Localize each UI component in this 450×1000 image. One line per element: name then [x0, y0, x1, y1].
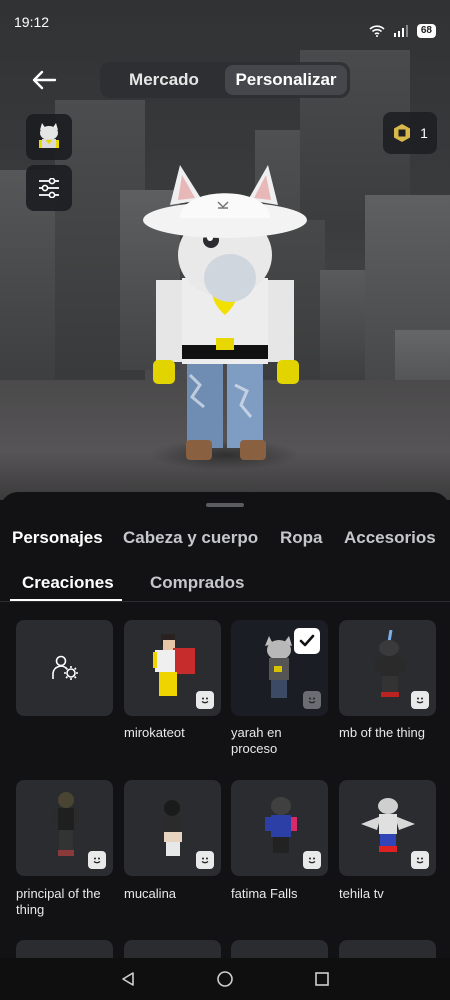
character-tile[interactable] [16, 780, 113, 876]
signal-icon [393, 25, 408, 37]
avatar-scene[interactable]: 19:12 68 Mercado Personalizar 1 [0, 0, 450, 500]
tab-personajes[interactable]: Personajes [12, 528, 103, 548]
character-thumbnail [164, 800, 182, 856]
character-thumbnail [265, 636, 292, 698]
sliders-icon [39, 178, 59, 198]
emote-icon [196, 851, 214, 869]
character-thumbnail [53, 792, 79, 856]
recents-square-icon[interactable] [314, 971, 330, 987]
subtab-creaciones[interactable]: Creaciones [22, 573, 114, 593]
emote-icon [88, 851, 106, 869]
robux-icon [394, 124, 411, 142]
character-tile[interactable] [124, 940, 221, 958]
character-thumbnail [265, 797, 297, 853]
status-time: 19:12 [14, 14, 50, 30]
character-tile[interactable] [339, 620, 436, 716]
emote-icon [411, 851, 429, 869]
emote-icon [411, 691, 429, 709]
character-thumbnail [153, 634, 195, 696]
adjust-settings-button[interactable] [26, 165, 72, 211]
character-tile[interactable] [16, 940, 113, 958]
tab-cabeza-y-cuerpo[interactable]: Cabeza y cuerpo [123, 528, 258, 548]
character-tile[interactable] [231, 940, 328, 958]
character-tile[interactable] [124, 620, 221, 716]
character-name: fatima Falls [231, 886, 298, 901]
character-tile[interactable] [231, 780, 328, 876]
top-segmented-control: Mercado Personalizar [100, 62, 350, 98]
create-character-tile[interactable] [16, 620, 113, 716]
character-tile[interactable] [339, 940, 436, 958]
divider [0, 601, 450, 602]
emote-icon [303, 851, 321, 869]
customize-sheet: Personajes Cabeza y cuerpo Ropa Accesori… [0, 492, 450, 958]
status-bar: 19:12 68 [0, 0, 450, 48]
character-name: mirokateot [124, 725, 185, 740]
selected-checkmark-icon [294, 628, 320, 654]
system-navigation-bar [0, 958, 450, 1000]
character-name: principal of the thing [16, 886, 101, 917]
character-tile[interactable] [339, 780, 436, 876]
tab-personalizar[interactable]: Personalizar [225, 65, 347, 95]
avatar-preview-button[interactable] [26, 114, 72, 160]
subtab-comprados[interactable]: Comprados [150, 573, 244, 593]
character-name: yarah en proceso [231, 725, 282, 756]
avatar-thumbnail-icon [39, 123, 59, 148]
back-triangle-icon[interactable] [120, 971, 136, 987]
wifi-icon [369, 25, 385, 37]
create-character-icon [52, 655, 78, 680]
character-name: mb of the thing [339, 725, 425, 740]
drag-handle[interactable] [206, 503, 244, 507]
home-circle-icon[interactable] [216, 970, 234, 988]
robux-count: 1 [420, 125, 428, 141]
active-tab-indicator [10, 599, 122, 601]
arrow-left-icon [32, 70, 57, 90]
character-thumbnail [375, 630, 405, 697]
tab-mercado[interactable]: Mercado [103, 65, 225, 95]
battery-indicator: 68 [416, 24, 436, 38]
tab-accesorios[interactable]: Accesorios [344, 528, 436, 548]
emote-icon [196, 691, 214, 709]
tab-ropa[interactable]: Ropa [280, 528, 323, 548]
character-tile-selected[interactable] [231, 620, 328, 716]
category-tabs: Personajes Cabeza y cuerpo Ropa Accesori… [0, 528, 450, 556]
character-name: tehila tv [339, 886, 384, 901]
character-tile[interactable] [124, 780, 221, 876]
robux-balance-button[interactable]: 1 [383, 112, 437, 154]
background-building [320, 270, 370, 380]
character-thumbnail [361, 798, 415, 852]
emote-icon [303, 691, 321, 709]
character-name: mucalina [124, 886, 177, 901]
back-button[interactable] [26, 64, 62, 96]
avatar-model[interactable] [140, 160, 310, 465]
